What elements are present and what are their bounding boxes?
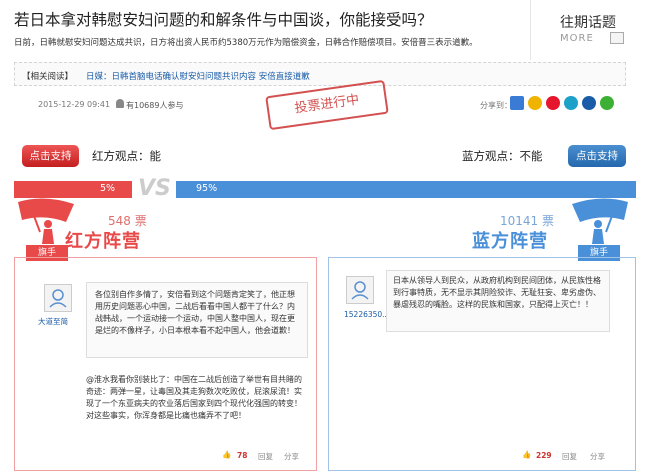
- voting-stamp: 投票进行中: [265, 79, 389, 131]
- page-title: 若日本拿对韩慰安妇问题的和解条件与中国谈，你能接受吗？: [14, 11, 433, 29]
- user-icon: [351, 281, 369, 300]
- blue-percent-bar: [176, 181, 636, 198]
- reply-button[interactable]: 回复: [258, 451, 273, 462]
- person-icon: [116, 99, 124, 108]
- user-icon: [49, 289, 67, 308]
- calendar-icon: [610, 32, 624, 44]
- like-count: 78: [237, 451, 248, 460]
- star-icon[interactable]: [528, 96, 542, 110]
- plus-icon[interactable]: [510, 96, 524, 110]
- weibo-icon[interactable]: [546, 96, 560, 110]
- red-percent: 5%: [100, 183, 116, 194]
- blue-viewpoint: 蓝方观点：不能: [462, 149, 543, 163]
- red-support-button[interactable]: 点击支持: [22, 145, 79, 167]
- wechat-icon[interactable]: [600, 96, 614, 110]
- topic-description: 日前，日韩就慰安妇问题达成共识，日方将出资人民币约5380万元作为赔偿资金，日韩…: [14, 38, 478, 48]
- post-date: 2015-12-29 09:41: [38, 100, 111, 109]
- blue-camp-title: 蓝方阵营: [472, 231, 548, 252]
- comment-username[interactable]: 大道至简: [38, 316, 68, 327]
- pinterest-icon[interactable]: [564, 96, 578, 110]
- red-viewpoint: 红方观点：能: [92, 149, 161, 163]
- comment-quote: 各位别自作多情了，安倍看到这个问题肯定笑了，他正想用历史问题恶心中国，二战后看看…: [86, 282, 308, 358]
- avatar[interactable]: [346, 276, 374, 304]
- share-button[interactable]: 分享: [590, 451, 605, 462]
- thumbs-up-icon[interactable]: 👍: [222, 450, 231, 459]
- blue-percent: 95%: [196, 183, 218, 194]
- renren-icon[interactable]: [582, 96, 596, 110]
- related-label: 【相关阅读】: [22, 72, 74, 82]
- blue-support-button[interactable]: 点击支持: [568, 145, 626, 167]
- participant-count: 有10689人参与: [126, 101, 184, 110]
- comment-quote: 日本从领导人到民众，从政府机构到民间团体，从民族性格到行事特质，无不显示其阴险狡…: [386, 270, 610, 332]
- share-button[interactable]: 分享: [284, 451, 299, 462]
- comment-username[interactable]: 15226350...: [344, 310, 389, 319]
- vs-label: VS: [138, 176, 171, 201]
- related-article-link[interactable]: 日媒：日韩首脑电话确认慰安妇问题共识内容 安倍直接道歉: [86, 70, 310, 82]
- avatar[interactable]: [44, 284, 72, 312]
- like-count: 229: [536, 451, 552, 460]
- thumbs-up-icon[interactable]: 👍: [522, 450, 531, 459]
- more-link[interactable]: MORE: [560, 33, 594, 44]
- reply-button[interactable]: 回复: [562, 451, 577, 462]
- share-label: 分享到：: [480, 101, 512, 110]
- past-topics-link[interactable]: 往期话题: [560, 12, 616, 32]
- red-camp-title: 红方阵营: [65, 231, 141, 252]
- comment-reply: @淮水我看你别装比了：中国在二战后创造了举世有目共睹的奇迹：两弹一星，让毒国及其…: [86, 375, 302, 420]
